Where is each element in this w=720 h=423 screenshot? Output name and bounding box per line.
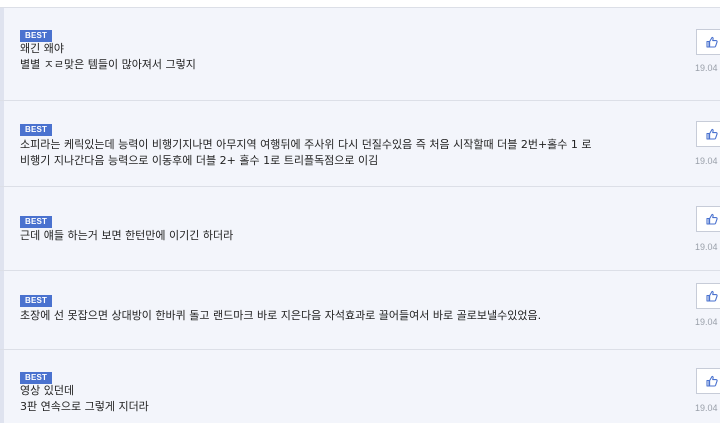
comment-list: BEST 왜긴 왜야 별별 ㅈㄹ맞은 템들이 많아져서 그렇지 19.04 BE… — [0, 0, 720, 423]
comment-text: 왜긴 왜야 별별 ㅈㄹ맞은 템들이 많아져서 그렇지 — [20, 41, 660, 73]
thumbs-up-icon — [706, 375, 718, 387]
comment-item: BEST 영상 있던데 3판 연속으로 그렇게 지더라 19.04 — [0, 349, 720, 423]
comment-text: 소피라는 케릭있는데 능력이 비행기지나면 아무지역 여행뒤에 주사위 다시 던… — [20, 137, 660, 169]
comment-date: 19.04 — [695, 63, 718, 73]
comment-line: 별별 ㅈㄹ맞은 템들이 많아져서 그렇지 — [20, 58, 196, 71]
comment-date: 19.04 — [695, 317, 718, 327]
thumbs-up-icon — [706, 290, 718, 302]
comment-line: 소피라는 케릭있는데 능력이 비행기지나면 아무지역 여행뒤에 주사위 다시 던… — [20, 138, 592, 151]
thumbs-up-icon — [706, 213, 718, 225]
like-button[interactable] — [696, 368, 720, 394]
comment-line: 근데 얘들 하는거 보면 한턴만에 이기긴 하더라 — [20, 229, 234, 242]
comment-text: 영상 있던데 3판 연속으로 그렇게 지더라 — [20, 383, 660, 415]
comment-line: 초장에 선 못잡으면 상대방이 한바퀴 돌고 랜드마크 바로 지은다음 자석효과… — [20, 309, 542, 322]
comment-date: 19.04 — [695, 242, 718, 252]
thumbs-up-icon — [706, 36, 718, 48]
best-badge: BEST — [20, 216, 53, 228]
comment-line: 비행기 지나간다음 능력으로 이동후에 더블 2+ 홀수 1로 트리플독점으로 … — [20, 154, 379, 167]
comment-date: 19.04 — [695, 403, 718, 413]
best-badge: BEST — [20, 124, 53, 136]
like-button[interactable] — [696, 121, 720, 147]
comment-text: 초장에 선 못잡으면 상대방이 한바퀴 돌고 랜드마크 바로 지은다음 자석효과… — [20, 308, 660, 324]
comment-line: 왜긴 왜야 — [20, 42, 64, 55]
comment-item: BEST 근데 얘들 하는거 보면 한턴만에 이기긴 하더라 19.04 — [0, 186, 720, 271]
comment-item: BEST 초장에 선 못잡으면 상대방이 한바퀴 돌고 랜드마크 바로 지은다음… — [0, 270, 720, 350]
comment-item: BEST 소피라는 케릭있는데 능력이 비행기지나면 아무지역 여행뒤에 주사위… — [0, 100, 720, 187]
like-button[interactable] — [696, 29, 720, 55]
comment-date: 19.04 — [695, 156, 718, 166]
comment-item: BEST 왜긴 왜야 별별 ㅈㄹ맞은 템들이 많아져서 그렇지 19.04 — [0, 7, 720, 101]
thumbs-up-icon — [706, 128, 718, 140]
best-badge: BEST — [20, 295, 53, 307]
comment-text: 근데 얘들 하는거 보면 한턴만에 이기긴 하더라 — [20, 228, 660, 244]
like-button[interactable] — [696, 206, 720, 232]
comment-line: 3판 연속으로 그렇게 지더라 — [20, 400, 149, 413]
like-button[interactable] — [696, 283, 720, 309]
comment-line: 영상 있던데 — [20, 384, 75, 397]
